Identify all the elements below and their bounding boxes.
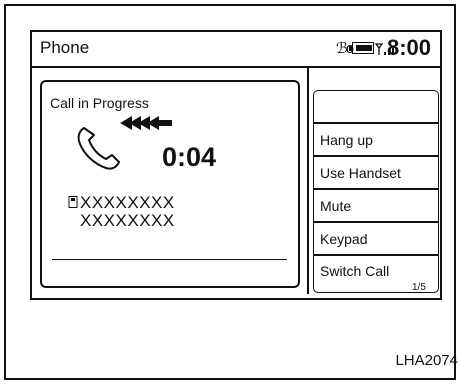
mobile-phone-icon [68, 196, 78, 208]
call-status: Call in Progress [50, 95, 149, 111]
battery-icon [349, 42, 374, 54]
call-panel-divider [52, 259, 287, 260]
mute-button[interactable]: Mute [313, 189, 439, 222]
menu-divider [307, 68, 309, 294]
page-indicator: 1/5 [412, 282, 426, 293]
menu-item-label: Switch Call [320, 263, 390, 279]
contact-name: XXXXXXXX [80, 193, 175, 212]
page-title: Phone [40, 38, 90, 57]
header-divider [30, 66, 442, 68]
menu-item-label: Keypad [320, 230, 368, 247]
menu-item-label: Hang up [320, 131, 373, 148]
hang-up-button[interactable]: Hang up [313, 123, 439, 156]
keypad-button[interactable]: Keypad [313, 222, 439, 255]
call-duration: 0:04 [162, 142, 217, 172]
contact-number: XXXXXXXX [80, 211, 175, 230]
figure-code: LHA2074 [395, 352, 458, 369]
use-handset-button[interactable]: Use Handset [313, 156, 439, 189]
outgoing-call-arrow-icon [120, 116, 172, 130]
menu-item-blank[interactable] [313, 90, 439, 123]
call-options-menu: Hang up Use Handset Mute Keypad Switch C… [313, 90, 439, 296]
menu-item-label: Use Handset [320, 164, 401, 181]
menu-item-label: Mute [320, 197, 352, 214]
clock: 8:00 [387, 35, 432, 60]
